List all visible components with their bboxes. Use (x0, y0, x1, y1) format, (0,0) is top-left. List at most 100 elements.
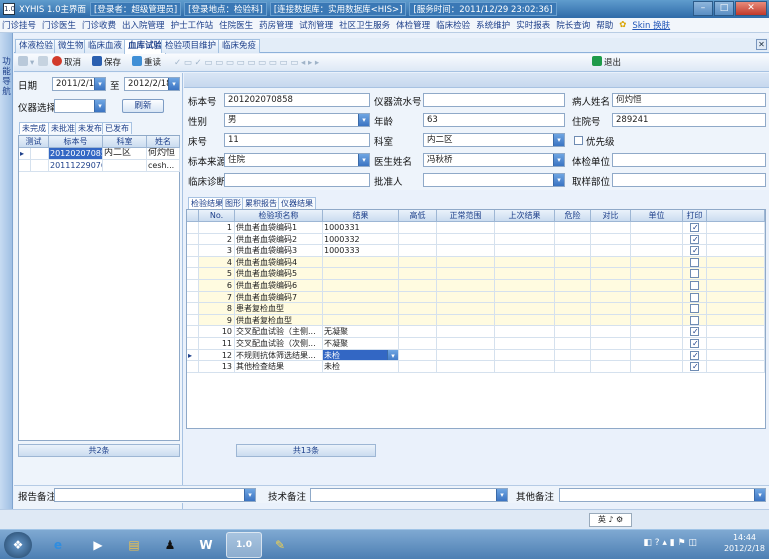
print-checkbox[interactable] (690, 234, 699, 244)
table-cell[interactable]: 201112290766 (49, 160, 103, 172)
table-cell[interactable] (707, 326, 765, 338)
his-app-icon[interactable]: 1.0 (226, 532, 262, 558)
table-cell[interactable]: 未检 ▾ (323, 349, 399, 362)
table-cell[interactable] (631, 222, 683, 234)
tab-published[interactable]: 已发布 (102, 122, 132, 134)
menu-item[interactable]: 实时报表 (516, 19, 550, 31)
table-cell[interactable] (399, 349, 437, 362)
dropdown-arrow-icon[interactable]: ▾ (553, 174, 564, 186)
report-remark-select[interactable]: ▾ (54, 488, 256, 502)
table-cell[interactable] (399, 291, 437, 304)
table-cell[interactable] (437, 349, 495, 362)
table-cell[interactable] (707, 338, 765, 350)
table-cell[interactable]: 1000331 (323, 222, 399, 234)
table-cell[interactable] (555, 349, 591, 362)
table-cell[interactable] (555, 245, 591, 257)
table-cell[interactable] (631, 326, 683, 338)
table-cell[interactable]: 8 (199, 303, 235, 315)
sample-grid[interactable]: 测试 标本号 科室 姓名 ▸ 201202070858 内二区 何灼恒 2011… (18, 135, 180, 441)
sex-select[interactable]: 男 ▾ (224, 113, 370, 127)
table-cell[interactable] (631, 256, 683, 269)
save-button[interactable]: 保存 (92, 56, 121, 70)
dropdown-arrow-icon[interactable]: ▾ (358, 114, 369, 126)
table-cell[interactable] (707, 256, 765, 269)
col-header[interactable]: No. (199, 210, 235, 222)
table-cell[interactable] (707, 268, 765, 280)
table-cell[interactable]: 1000332 (323, 233, 399, 246)
table-cell[interactable] (103, 160, 147, 172)
col-header[interactable]: 打印 (683, 210, 707, 222)
table-cell[interactable] (683, 303, 707, 315)
table-cell[interactable]: cesh... (147, 160, 180, 172)
dropdown-arrow-icon[interactable]: ▾ (358, 154, 369, 166)
table-cell[interactable] (495, 222, 555, 234)
menu-item[interactable]: 门诊医生 (42, 19, 76, 31)
minimize-button[interactable]: – (693, 1, 713, 16)
ie-icon[interactable]: e (40, 532, 76, 558)
table-cell[interactable] (323, 303, 399, 315)
table-cell[interactable] (495, 245, 555, 257)
tab-cumulative[interactable]: 累积报告 (242, 197, 280, 209)
table-cell[interactable] (631, 314, 683, 327)
table-cell[interactable] (707, 222, 765, 234)
age-field[interactable]: 63 (423, 113, 565, 127)
menu-item[interactable]: 院长查询 (556, 19, 590, 31)
menu-item[interactable]: 住院医生 (219, 19, 253, 31)
table-cell[interactable]: 7 (199, 291, 235, 304)
table-cell[interactable] (631, 268, 683, 280)
table-cell[interactable]: 11 (199, 338, 235, 350)
dept-select[interactable]: 内二区 ▾ (423, 133, 565, 147)
table-cell[interactable] (399, 314, 437, 327)
table-cell[interactable] (631, 303, 683, 315)
table-cell[interactable] (495, 361, 555, 373)
date-to-picker[interactable]: 2012/2/18 ▾ (124, 77, 180, 91)
table-cell[interactable] (631, 349, 683, 362)
print-checkbox[interactable] (690, 281, 699, 290)
table-cell[interactable] (707, 303, 765, 315)
instrument-select[interactable]: ▾ (54, 99, 106, 113)
table-cell[interactable] (495, 349, 555, 362)
col-header[interactable]: 对比 (591, 210, 631, 222)
table-cell[interactable] (323, 291, 399, 304)
tab-blood-bank[interactable]: 血库试验 (124, 39, 167, 54)
print-checkbox[interactable] (690, 245, 699, 256)
table-cell[interactable] (683, 314, 707, 327)
cancel-button[interactable]: 取消 (52, 56, 81, 70)
col-header[interactable]: 检验项名称 (235, 210, 323, 222)
table-cell[interactable] (707, 280, 765, 292)
table-cell[interactable] (707, 245, 765, 257)
table-cell[interactable]: 5 (199, 268, 235, 280)
table-cell[interactable] (437, 268, 495, 280)
table-cell[interactable] (683, 338, 707, 350)
table-cell[interactable] (495, 338, 555, 350)
table-cell[interactable] (683, 349, 707, 362)
table-cell[interactable] (707, 314, 765, 327)
diagnosis-field[interactable] (224, 173, 370, 187)
table-cell[interactable]: 内二区 (103, 148, 147, 160)
table-cell[interactable] (683, 233, 707, 246)
table-cell[interactable]: 患者复检血型 (235, 303, 323, 315)
sample-no-field[interactable]: 201202070858 (224, 93, 370, 107)
menu-item[interactable]: 护士工作站 (171, 19, 214, 31)
table-cell[interactable] (591, 361, 631, 373)
table-cell[interactable] (495, 280, 555, 292)
other-remark-select[interactable]: ▾ (559, 488, 766, 502)
table-cell[interactable] (591, 291, 631, 304)
tab-microbiology[interactable]: 微生物 (54, 39, 88, 53)
table-cell[interactable] (399, 338, 437, 350)
table-cell[interactable]: 供血者血袋编码4 (235, 256, 323, 269)
table-cell[interactable]: 2 (199, 233, 235, 246)
col-header[interactable]: 高低 (399, 210, 437, 222)
dropdown-arrow-icon[interactable]: ▾ (754, 489, 765, 501)
table-cell[interactable] (437, 245, 495, 257)
table-cell[interactable] (437, 303, 495, 315)
tab-unapproved[interactable]: 未批准 (48, 122, 78, 134)
menu-item[interactable]: 门诊收费 (82, 19, 116, 31)
menu-item[interactable]: 出入院管理 (122, 19, 165, 31)
table-cell[interactable]: 未检 (323, 361, 399, 373)
dropdown-arrow-icon[interactable]: ▾ (496, 489, 507, 501)
table-cell[interactable] (591, 222, 631, 234)
table-cell[interactable]: 其他检查结果 (235, 361, 323, 373)
table-cell[interactable] (495, 256, 555, 269)
table-cell[interactable] (399, 233, 437, 246)
